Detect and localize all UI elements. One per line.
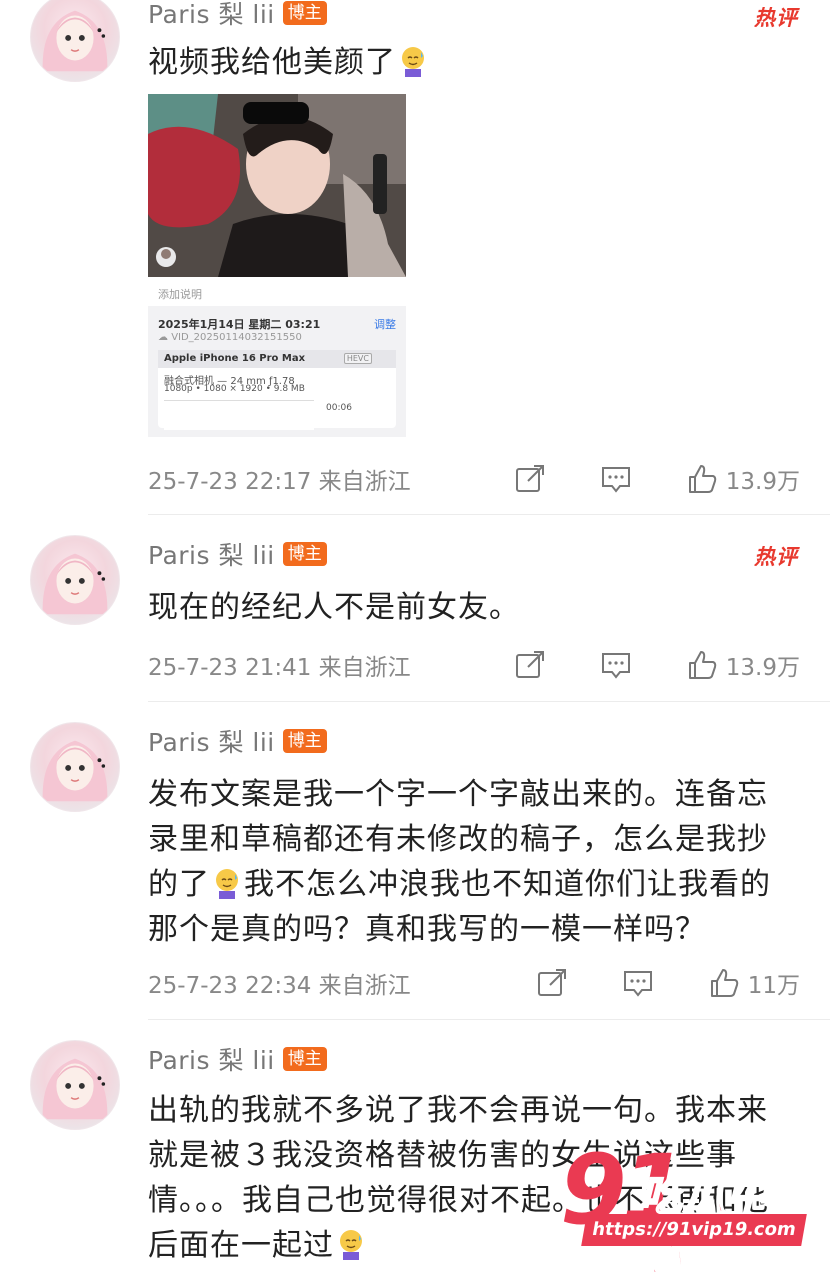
comment-header: Paris 梨 lii 博主 — [148, 1042, 327, 1076]
username[interactable]: Paris 梨 lii — [148, 536, 275, 572]
avatar-illustration — [42, 1058, 108, 1120]
like-count: 13.9万 — [725, 655, 800, 681]
repost-icon[interactable] — [514, 463, 546, 495]
attached-photo[interactable] — [148, 94, 406, 277]
comment-icon[interactable] — [622, 967, 654, 999]
avatar[interactable] — [30, 0, 120, 82]
avatar-illustration — [42, 10, 108, 72]
sweat-smile-emoji-icon — [340, 1230, 362, 1260]
video-specs: 1080p • 1080 × 1920 • 9.8 MB — [164, 384, 305, 394]
video-filename-text: VID_20250114032151550 — [171, 332, 302, 343]
like-icon[interactable] — [686, 463, 718, 495]
video-filename: ☁ VID_20250114032151550 — [158, 332, 302, 343]
avatar[interactable] — [30, 722, 120, 812]
avatar[interactable] — [30, 535, 120, 625]
location-text: 来自浙江 — [318, 655, 411, 681]
hot-comment-label: 热评 — [754, 545, 798, 569]
codec-badge: HEVC — [343, 353, 372, 364]
watermark-url: https://91vip19.com — [581, 1214, 807, 1246]
location-text: 来自浙江 — [318, 469, 411, 495]
video-details-box: Apple iPhone 16 Pro Max HEVC 融合式相机 — 24 … — [158, 350, 396, 430]
video-duration: 00:06 — [326, 403, 352, 413]
timestamp-text: 25-7-23 21:41 — [148, 655, 312, 681]
comment-icon[interactable] — [600, 649, 632, 681]
comment-actions: 11万 — [482, 966, 800, 1000]
video-date: 2025年1月14日 星期二 03:21 — [158, 318, 321, 331]
username[interactable]: Paris 梨 lii — [148, 1041, 275, 1077]
username[interactable]: Paris 梨 lii — [148, 0, 275, 31]
author-badge: 博主 — [282, 1047, 327, 1071]
adjust-link[interactable]: 调整 — [374, 316, 396, 332]
repost-icon[interactable] — [536, 967, 568, 999]
author-badge: 博主 — [282, 542, 327, 566]
comment-text: 视频我给他美颜了 — [148, 40, 798, 85]
comment-actions: 13.9万 — [460, 462, 800, 496]
comment-text: 现在的经纪人不是前女友。 — [148, 590, 520, 625]
hot-comment-label: 热评 — [754, 6, 798, 30]
comment-actions: 13.9万 — [460, 648, 800, 682]
avatar[interactable] — [30, 1040, 120, 1130]
repost-icon[interactable] — [514, 649, 546, 681]
like-icon[interactable] — [686, 649, 718, 681]
comment-header: Paris 梨 lii 博主 — [148, 0, 327, 30]
video-thumbnail — [164, 400, 314, 430]
username[interactable]: Paris 梨 lii — [148, 723, 275, 759]
site-watermark: 91 吃瓜中心 https://91vip19.com — [560, 1140, 810, 1280]
sweat-smile-emoji-icon — [216, 869, 238, 899]
comment-item: Paris 梨 lii 博主 热评 现在的经纪人不是前女友。 25-7-23 2… — [0, 515, 830, 702]
sweat-smile-emoji-icon — [402, 47, 424, 77]
comment-meta: 25-7-23 22:17 来自浙江 13.9万 — [148, 462, 800, 496]
timestamp-text: 25-7-23 22:17 — [148, 469, 312, 495]
comment-text-body: 视频我给他美颜了 — [148, 45, 396, 80]
comment-icon[interactable] — [600, 463, 632, 495]
author-badge: 博主 — [282, 729, 327, 753]
caption-hint: 添加说明 — [158, 288, 202, 301]
avatar-illustration — [42, 553, 108, 615]
comment-timestamp: 25-7-23 21:41 来自浙江 — [148, 648, 411, 682]
comment-item: Paris 梨 lii 博主 热评 视频我给他美颜了 添加说明 2025年1月1… — [0, 0, 830, 515]
comment-meta: 25-7-23 21:41 来自浙江 13.9万 — [148, 648, 800, 682]
comment-timestamp: 25-7-23 22:34 来自浙江 — [148, 966, 411, 1000]
comment-item: Paris 梨 lii 博主 发布文案是我一个字一个字敲出来的。连备忘录里和草稿… — [0, 702, 830, 1020]
comment-header: Paris 梨 lii 博主 — [148, 724, 327, 758]
location-text: 来自浙江 — [318, 973, 411, 999]
comment-text: 发布文案是我一个字一个字敲出来的。连备忘录里和草稿都还有未修改的稿子，怎么是我抄… — [148, 772, 798, 952]
like-count: 11万 — [747, 973, 800, 999]
comment-timestamp: 25-7-23 22:17 来自浙江 — [148, 462, 411, 496]
avatar-illustration — [42, 740, 108, 802]
comment-header: Paris 梨 lii 博主 — [148, 537, 327, 571]
timestamp-text: 25-7-23 22:34 — [148, 973, 312, 999]
video-info-card[interactable]: 2025年1月14日 星期二 03:21 调整 ☁ VID_2025011403… — [148, 306, 406, 437]
like-icon[interactable] — [708, 967, 740, 999]
photo-image — [148, 94, 406, 277]
like-count: 13.9万 — [725, 469, 800, 495]
author-badge: 博主 — [282, 1, 327, 25]
comment-meta: 25-7-23 22:34 来自浙江 11万 — [148, 966, 800, 1000]
